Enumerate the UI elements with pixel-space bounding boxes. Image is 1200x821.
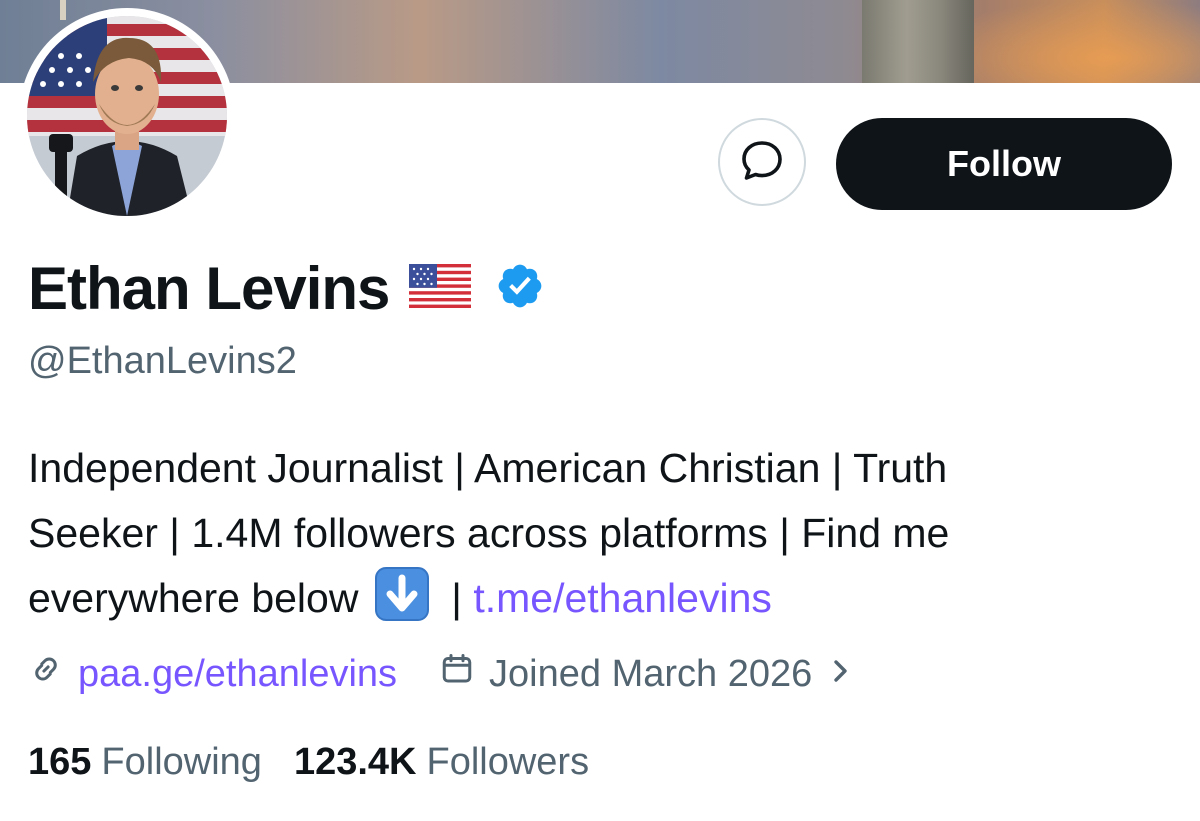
calendar-icon (439, 651, 475, 697)
followers-count: 123.4K (293, 740, 417, 783)
avatar-photo (27, 16, 227, 216)
profile-name-row: Ethan Levins (28, 250, 545, 326)
bio-telegram-link[interactable]: t.me/ethanlevins (473, 575, 772, 621)
bio-line-2: Seeker | 1.4M followers across platforms… (28, 510, 950, 556)
banner-flag-pole (60, 0, 66, 20)
website-link[interactable]: paa.ge/ethanlevins (78, 653, 397, 696)
bio-line-1: Independent Journalist | American Christ… (28, 445, 948, 491)
profile-meta-row: paa.ge/ethanlevins Joined March 2026 (28, 646, 852, 702)
followers-link[interactable]: 123.4K Followers (294, 741, 589, 784)
message-bubble-icon (739, 137, 785, 188)
avatar[interactable] (19, 8, 235, 224)
profile-bio: Independent Journalist | American Christ… (28, 436, 1168, 631)
banner-pillar (862, 0, 974, 83)
bio-separator: | (451, 575, 462, 621)
verified-badge-icon[interactable] (495, 261, 545, 316)
bio-line-3: everywhere below | t.me/ethanlevins (28, 566, 1168, 631)
us-flag-emoji-icon (409, 263, 472, 313)
link-icon (28, 651, 64, 697)
user-handle: @EthanLevins2 (28, 340, 297, 382)
display-name: Ethan Levins (28, 254, 390, 322)
following-label: Following (101, 740, 262, 783)
follow-button[interactable]: Follow (836, 118, 1172, 210)
following-count: 165 (28, 740, 92, 783)
joined-date[interactable]: Joined March 2026 (489, 653, 812, 696)
down-arrow-emoji-icon (374, 566, 430, 622)
chevron-right-icon[interactable] (830, 653, 852, 696)
message-button[interactable] (718, 118, 806, 206)
followers-label: Followers (426, 740, 590, 783)
following-link[interactable]: 165 Following (28, 741, 262, 784)
profile-stats-row: 165 Following 123.4K Followers (28, 736, 589, 788)
bio-line-3-text: everywhere below (28, 575, 359, 621)
